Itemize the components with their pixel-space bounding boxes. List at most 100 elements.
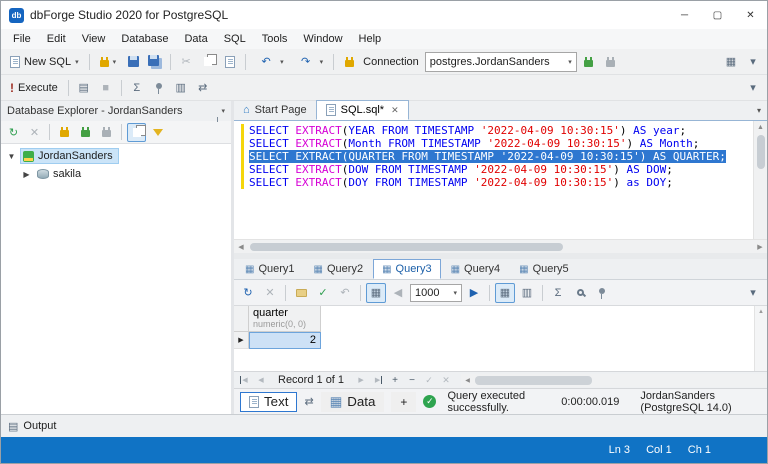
- scroll-left-icon[interactable]: ◀: [234, 243, 248, 251]
- pin-result-button[interactable]: [592, 283, 612, 303]
- grid-horizontal-scrollbar[interactable]: ◀: [461, 373, 767, 387]
- scroll-up-icon[interactable]: ▲: [757, 121, 764, 134]
- new-sql-button[interactable]: New SQL ▾: [5, 51, 84, 73]
- tab-query4[interactable]: ▦ Query4: [442, 259, 510, 279]
- grid-cell[interactable]: 2: [249, 332, 321, 349]
- cut-button[interactable]: ✂: [176, 52, 196, 72]
- open-data-button[interactable]: [291, 283, 311, 303]
- scroll-left-icon[interactable]: ◀: [461, 377, 474, 384]
- menu-data[interactable]: Data: [176, 29, 215, 49]
- execute-script-button[interactable]: ▤: [74, 78, 94, 98]
- menu-view[interactable]: View: [74, 29, 114, 49]
- menu-database[interactable]: Database: [113, 29, 176, 49]
- next-page-button[interactable]: ▶: [464, 283, 484, 303]
- aggregates-button[interactable]: Σ: [548, 283, 568, 303]
- output-panel[interactable]: ▤ Output: [1, 414, 767, 437]
- next-record-button[interactable]: ▶: [353, 373, 369, 387]
- maximize-button[interactable]: ▢: [701, 1, 734, 29]
- collapse-chevron-icon[interactable]: ▼: [7, 152, 16, 161]
- close-tab-icon[interactable]: ✕: [391, 105, 399, 116]
- text-view-button[interactable]: Text: [240, 391, 298, 412]
- new-connection-button[interactable]: ▾: [95, 51, 122, 73]
- editor-horizontal-scrollbar[interactable]: ◀ ▶: [234, 239, 767, 253]
- last-record-button[interactable]: ▶: [370, 373, 386, 387]
- cancel-refresh-button[interactable]: ✕: [260, 283, 280, 303]
- card-view-button[interactable]: ▥: [517, 283, 537, 303]
- scroll-up-icon[interactable]: ▲: [758, 306, 764, 317]
- scroll-right-icon[interactable]: ▶: [753, 243, 767, 251]
- connection-combobox[interactable]: postgres.JordanSanders ▾: [424, 51, 577, 72]
- stop-execution-button[interactable]: ■: [96, 78, 116, 98]
- minimize-button[interactable]: ─: [668, 1, 701, 29]
- refresh-results-button[interactable]: ↻: [238, 283, 258, 303]
- tab-start-page[interactable]: ⌂ Start Page: [234, 100, 316, 120]
- code-line[interactable]: SELECT EXTRACT(QUARTER FROM TIMESTAMP '2…: [234, 150, 753, 163]
- append-record-button[interactable]: +: [387, 373, 403, 387]
- delete-record-button[interactable]: −: [404, 373, 420, 387]
- code-line[interactable]: SELECT EXTRACT(YEAR FROM TIMESTAMP '2022…: [234, 124, 753, 137]
- previous-page-button[interactable]: ◀: [388, 283, 408, 303]
- tab-query5[interactable]: ▦ Query5: [510, 259, 578, 279]
- add-view-button[interactable]: +: [391, 391, 417, 412]
- panel-menu-chevron[interactable]: ▾: [221, 107, 225, 115]
- scrollbar-thumb[interactable]: [756, 135, 765, 169]
- disconnect-button[interactable]: [601, 52, 621, 72]
- tab-query1[interactable]: ▦ Query1: [236, 259, 304, 279]
- menu-window[interactable]: Window: [295, 29, 350, 49]
- swap-view-icon[interactable]: ⇄: [304, 395, 313, 408]
- commit-button[interactable]: ✓: [313, 283, 333, 303]
- save-all-button[interactable]: [145, 52, 165, 72]
- find-in-results-button[interactable]: [570, 283, 590, 303]
- grid-corner-cell[interactable]: [234, 306, 249, 332]
- row-selector[interactable]: ▶: [234, 332, 249, 349]
- tab-query3[interactable]: ▦ Query3: [373, 259, 441, 279]
- tab-query2[interactable]: ▦ Query2: [305, 259, 373, 279]
- new-connection-button[interactable]: [55, 123, 74, 142]
- first-record-button[interactable]: ◀: [236, 373, 252, 387]
- save-button[interactable]: [123, 52, 143, 72]
- data-view-button[interactable]: ▦ Data: [320, 391, 385, 412]
- previous-record-button[interactable]: ◀: [253, 373, 269, 387]
- filter-button[interactable]: [148, 123, 167, 142]
- tab-list-chevron[interactable]: ▾: [751, 106, 767, 115]
- paging-mode-button[interactable]: ▦: [366, 282, 386, 303]
- menu-edit[interactable]: Edit: [39, 29, 74, 49]
- query-profiler-button[interactable]: Σ: [127, 78, 147, 98]
- connect-button[interactable]: [579, 52, 599, 72]
- editor-vertical-scrollbar[interactable]: ▲: [753, 121, 767, 239]
- grid-view-button[interactable]: ▦: [495, 282, 515, 303]
- scrollbar-track[interactable]: [248, 240, 753, 253]
- toolbar-overflow[interactable]: ▾: [743, 52, 763, 72]
- menu-file[interactable]: File: [5, 29, 39, 49]
- menu-help[interactable]: Help: [351, 29, 390, 49]
- menu-tools[interactable]: Tools: [254, 29, 296, 49]
- connect-button[interactable]: [76, 123, 95, 142]
- redo-button[interactable]: ↷ ▾: [291, 51, 329, 73]
- refresh-button[interactable]: ↻: [4, 123, 23, 142]
- tree-node-database[interactable]: ▶ sakila: [1, 165, 231, 183]
- scrollbar-thumb[interactable]: [250, 243, 564, 251]
- end-edit-button[interactable]: ✓: [421, 373, 437, 387]
- delete-button[interactable]: ✕: [25, 123, 44, 142]
- code-line[interactable]: SELECT EXTRACT(DOW FROM TIMESTAMP '2022-…: [234, 163, 753, 176]
- cancel-edit-button[interactable]: ✕: [438, 373, 454, 387]
- grid-column-header[interactable]: quarter numeric(0, 0): [249, 306, 321, 332]
- tab-sql-document[interactable]: SQL.sql* ✕: [315, 100, 409, 120]
- compare-button[interactable]: ⇄: [193, 78, 213, 98]
- disconnect-button[interactable]: [97, 123, 116, 142]
- results-layout-button[interactable]: ▥: [171, 78, 191, 98]
- document-outline-button[interactable]: ▦: [721, 52, 741, 72]
- undo-button[interactable]: ↶ ▾: [251, 51, 289, 73]
- page-size-combobox[interactable]: 1000 ▾: [410, 283, 462, 302]
- close-button[interactable]: ✕: [734, 1, 767, 29]
- tree-node-connection[interactable]: ▼ JordanSanders: [1, 147, 231, 165]
- grid-vertical-scrollbar[interactable]: ▲: [754, 306, 767, 371]
- paste-button[interactable]: [220, 52, 240, 72]
- copy-button[interactable]: [198, 52, 218, 72]
- code-line[interactable]: SELECT EXTRACT(DOY FROM TIMESTAMP '2022-…: [234, 176, 753, 189]
- toolbar-overflow[interactable]: ▾: [743, 283, 763, 303]
- menu-sql[interactable]: SQL: [216, 29, 254, 49]
- toolbar-overflow[interactable]: ▾: [743, 78, 763, 98]
- code-line[interactable]: SELECT EXTRACT(Month FROM TIMESTAMP '202…: [234, 137, 753, 150]
- execute-button[interactable]: ! Execute: [5, 77, 63, 99]
